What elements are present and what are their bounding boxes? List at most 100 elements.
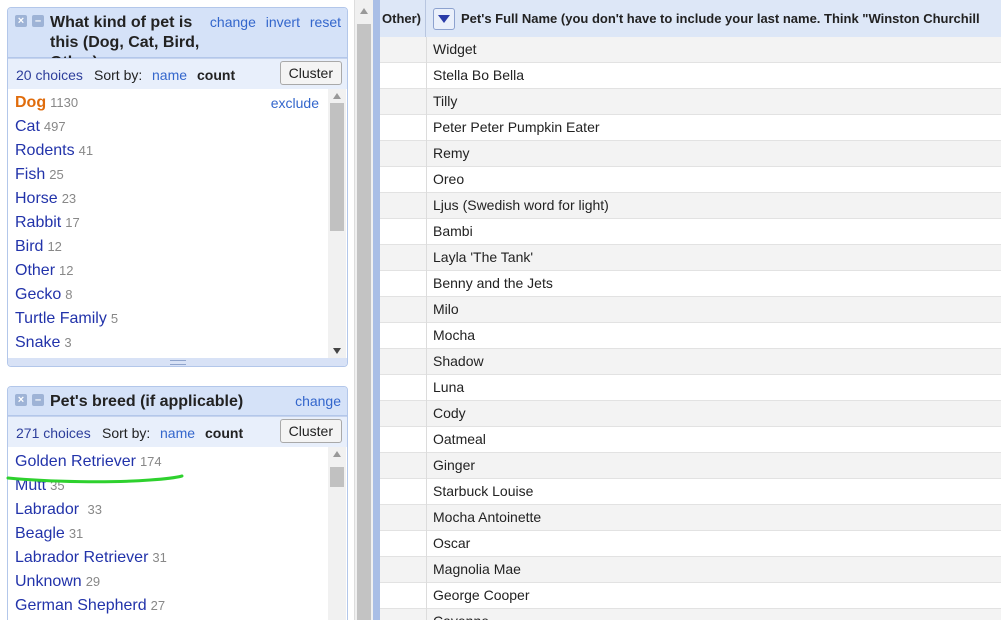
table-cell-prev[interactable] <box>380 167 427 193</box>
table-cell-pet-name[interactable]: Mocha Antoinette <box>433 505 541 529</box>
facet-choice[interactable]: Rabbit 17 <box>8 211 347 235</box>
facet-choice[interactable]: Dog 1130 exclude <box>8 91 347 115</box>
scrollbar-thumb[interactable] <box>357 24 371 620</box>
facet-choice[interactable]: Snake 3 <box>8 331 347 355</box>
table-cell-prev[interactable] <box>380 609 427 620</box>
table-cell-prev[interactable] <box>380 557 427 583</box>
minimize-icon[interactable]: – <box>32 394 44 406</box>
sort-by-name-link[interactable]: name <box>152 67 187 83</box>
facet-choice[interactable]: Bird 12 <box>8 235 347 259</box>
change-link[interactable]: change <box>295 393 341 409</box>
choice-label[interactable]: Bird <box>15 238 43 255</box>
minimize-icon[interactable]: – <box>32 15 44 27</box>
facet-choice[interactable]: Gecko 8 <box>8 283 347 307</box>
exclude-link[interactable]: exclude <box>271 91 319 115</box>
table-cell-prev[interactable] <box>380 479 427 505</box>
invert-link[interactable]: invert <box>266 14 300 30</box>
table-cell-prev[interactable] <box>380 271 427 297</box>
facet-choice[interactable]: German Shepherd 27 <box>8 594 347 618</box>
table-cell-pet-name[interactable]: Stella Bo Bella <box>433 63 524 87</box>
table-cell-pet-name[interactable]: Starbuck Louise <box>433 479 533 503</box>
choice-label[interactable]: Golden Retriever <box>15 453 136 470</box>
table-cell-prev[interactable] <box>380 453 427 479</box>
facet-choice[interactable]: Other 12 <box>8 259 347 283</box>
change-link[interactable]: change <box>210 14 256 30</box>
facet-choice[interactable]: Horse 23 <box>8 187 347 211</box>
scroll-up-icon[interactable] <box>333 93 341 99</box>
table-cell-prev[interactable] <box>380 219 427 245</box>
table-cell-pet-name[interactable]: Widget <box>433 37 477 61</box>
close-icon[interactable]: × <box>15 394 27 406</box>
table-cell-pet-name[interactable]: Shadow <box>433 349 484 373</box>
table-cell-pet-name[interactable]: Layla 'The Tank' <box>433 245 533 269</box>
table-cell-prev[interactable] <box>380 245 427 271</box>
column-header-prev[interactable]: Other) <box>380 0 426 37</box>
facet-choice[interactable]: Beagle 31 <box>8 522 347 546</box>
table-cell-prev[interactable] <box>380 401 427 427</box>
facet-choice[interactable]: Labrador 33 <box>8 498 347 522</box>
scroll-up-icon[interactable] <box>360 8 368 14</box>
choice-label[interactable]: Cat <box>15 118 40 135</box>
facet-choice[interactable]: Labrador Retriever 31 <box>8 546 347 570</box>
table-cell-pet-name[interactable]: Remy <box>433 141 470 165</box>
choice-label[interactable]: Rodents <box>15 142 75 159</box>
table-cell-pet-name[interactable]: Ljus (Swedish word for light) <box>433 193 609 217</box>
facet-choice[interactable]: Golden Retriever 174 <box>8 450 347 474</box>
facet-panel-scrollbar[interactable] <box>354 0 373 620</box>
table-cell-pet-name[interactable]: George Cooper <box>433 583 530 607</box>
choice-label[interactable]: Dog <box>15 94 46 111</box>
table-cell-pet-name[interactable]: Tilly <box>433 89 457 113</box>
table-cell-prev[interactable] <box>380 297 427 323</box>
table-cell-prev[interactable] <box>380 115 427 141</box>
cluster-button[interactable]: Cluster <box>279 61 342 85</box>
table-cell-prev[interactable] <box>380 583 427 609</box>
choice-label[interactable]: German Shepherd <box>15 597 147 614</box>
table-cell-pet-name[interactable]: Oscar <box>433 531 470 555</box>
table-cell-pet-name[interactable]: Milo <box>433 297 459 321</box>
cluster-button[interactable]: Cluster <box>279 419 342 443</box>
facet-resize-handle[interactable] <box>8 358 347 366</box>
panel-splitter[interactable] <box>373 0 380 620</box>
table-cell-prev[interactable] <box>380 63 427 89</box>
table-cell-prev[interactable] <box>380 89 427 115</box>
choice-label[interactable]: Horse <box>15 190 58 207</box>
table-cell-prev[interactable] <box>380 141 427 167</box>
choice-label[interactable]: Beagle <box>15 525 65 542</box>
facet-scrollbar[interactable] <box>328 447 346 620</box>
facet-scrollbar[interactable] <box>328 89 346 359</box>
table-cell-prev[interactable] <box>380 323 427 349</box>
table-cell-pet-name[interactable]: Bambi <box>433 219 473 243</box>
table-cell-pet-name[interactable]: Cody <box>433 401 466 425</box>
scrollbar-thumb[interactable] <box>330 103 344 231</box>
sort-by-count-link[interactable]: count <box>205 425 243 441</box>
choice-label[interactable]: Turtle Family <box>15 310 107 327</box>
table-cell-prev[interactable] <box>380 349 427 375</box>
column-header-pet-name[interactable]: Pet's Full Name (you don't have to inclu… <box>427 0 980 37</box>
table-cell-pet-name[interactable]: Luna <box>433 375 464 399</box>
scrollbar-thumb[interactable] <box>330 467 344 487</box>
table-cell-pet-name[interactable]: Peter Peter Pumpkin Eater <box>433 115 600 139</box>
facet-choice[interactable]: Fish 25 <box>8 163 347 187</box>
table-cell-prev[interactable] <box>380 375 427 401</box>
facet-choice[interactable]: Mutt 35 <box>8 474 347 498</box>
table-cell-pet-name[interactable]: Mocha <box>433 323 475 347</box>
table-cell-prev[interactable] <box>380 427 427 453</box>
table-cell-prev[interactable] <box>380 193 427 219</box>
sort-by-count-link[interactable]: count <box>197 67 235 83</box>
facet-choice[interactable]: Turtle Family 5 <box>8 307 347 331</box>
choice-label[interactable]: Snake <box>15 334 60 351</box>
close-icon[interactable]: × <box>15 15 27 27</box>
choice-label[interactable]: Other <box>15 262 55 279</box>
table-cell-pet-name[interactable]: Magnolia Mae <box>433 557 521 581</box>
table-cell-prev[interactable] <box>380 531 427 557</box>
table-cell-prev[interactable] <box>380 37 427 63</box>
facet-choice[interactable]: Rodents 41 <box>8 139 347 163</box>
choice-label[interactable]: Fish <box>15 166 45 183</box>
table-cell-pet-name[interactable]: Oreo <box>433 167 464 191</box>
table-cell-pet-name[interactable]: Benny and the Jets <box>433 271 553 295</box>
scroll-down-icon[interactable] <box>333 348 341 354</box>
table-cell-pet-name[interactable]: Cayenne <box>433 609 489 620</box>
choice-label[interactable]: Mutt <box>15 477 46 494</box>
scroll-up-icon[interactable] <box>333 451 341 457</box>
choice-label[interactable]: Rabbit <box>15 214 61 231</box>
